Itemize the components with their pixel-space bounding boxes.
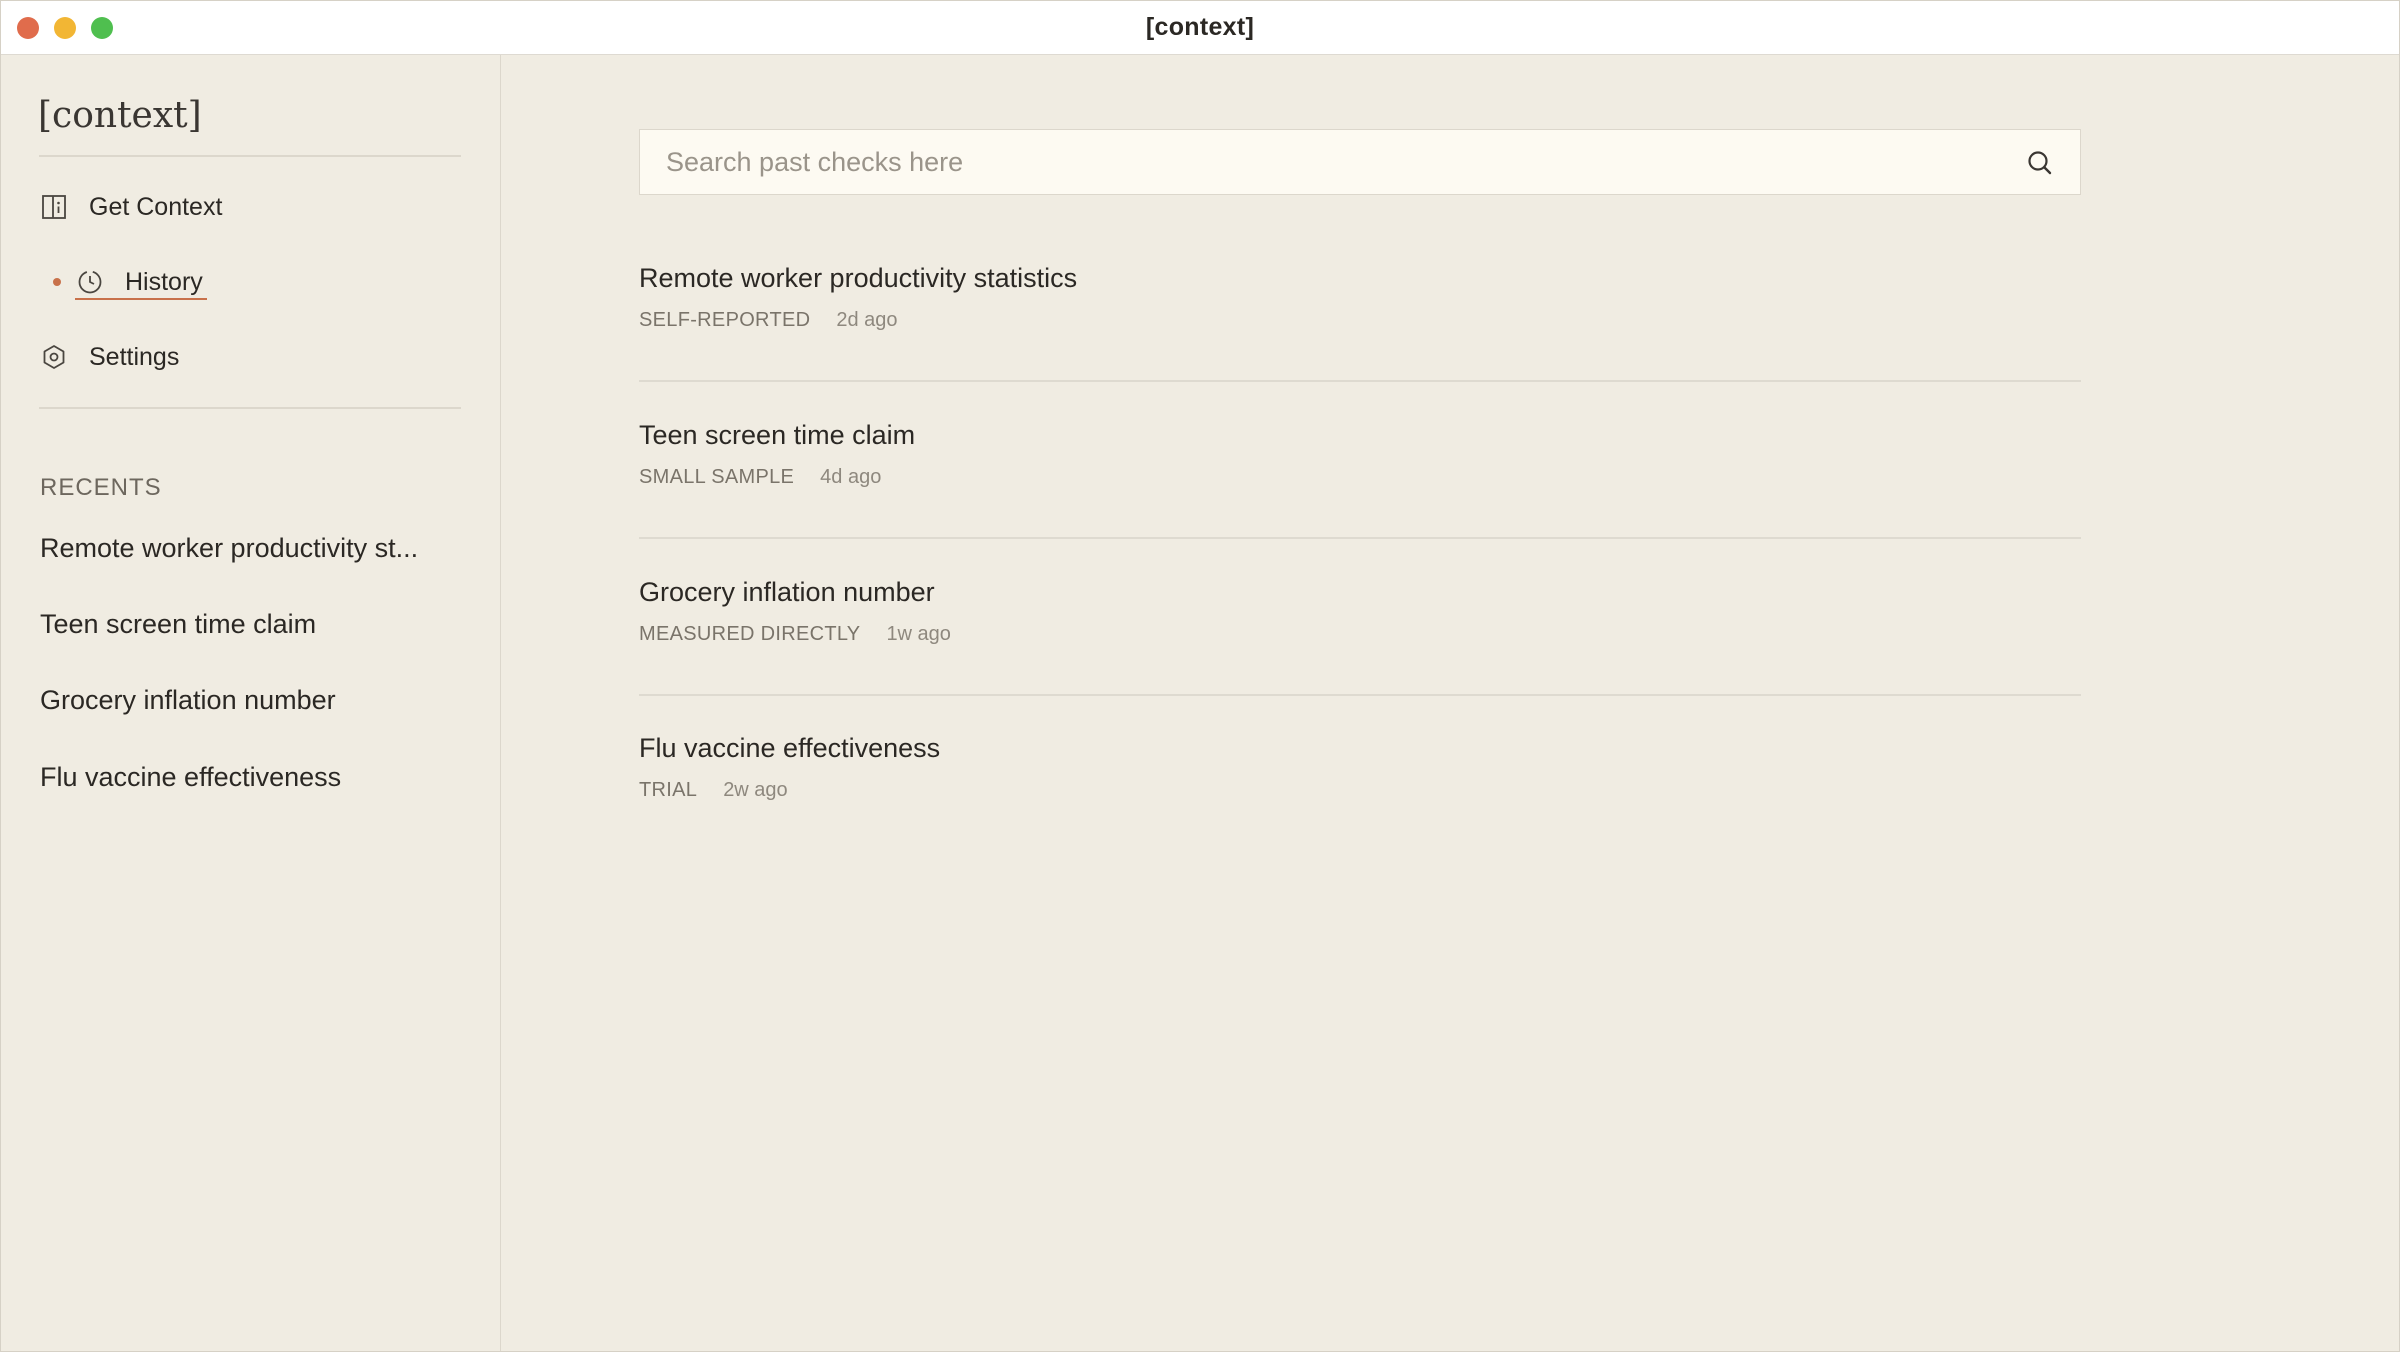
history-item-time: 1w ago <box>886 623 951 645</box>
app-logo: [context] <box>38 95 202 136</box>
info-panel-icon <box>39 192 69 222</box>
main-content: Remote worker productivity statistics SE… <box>501 55 2399 1351</box>
gear-icon <box>39 342 69 372</box>
search-input[interactable] <box>640 130 2000 194</box>
history-item[interactable]: Grocery inflation number MEASURED DIRECT… <box>639 577 2081 733</box>
list-divider <box>639 537 2081 539</box>
recents-heading: RECENTS <box>40 474 162 501</box>
history-item[interactable]: Flu vaccine effectiveness TRIAL 2w ago <box>639 733 2081 889</box>
history-item-meta: TRIAL 2w ago <box>639 779 788 802</box>
recent-item[interactable]: Teen screen time claim <box>40 609 460 640</box>
title-bar: [context] <box>1 1 2399 55</box>
history-item-meta: MEASURED DIRECTLY 1w ago <box>639 623 951 646</box>
search-box <box>639 129 2081 195</box>
history-item-title: Grocery inflation number <box>639 577 935 607</box>
sidebar-item-settings[interactable]: Settings <box>39 335 179 379</box>
history-item-time: 4d ago <box>820 466 882 488</box>
history-item[interactable]: Remote worker productivity statistics SE… <box>639 263 2081 419</box>
window-title: [context] <box>1145 13 1255 41</box>
evidence-tag: SELF-REPORTED <box>639 309 811 331</box>
history-item-time: 2d ago <box>836 309 898 331</box>
recent-item[interactable]: Grocery inflation number <box>40 685 460 716</box>
recent-item[interactable]: Flu vaccine effectiveness <box>40 762 460 793</box>
sidebar-divider <box>39 407 461 409</box>
evidence-tag: SMALL SAMPLE <box>639 466 795 488</box>
history-item-time: 2w ago <box>723 779 788 801</box>
history-item-title: Remote worker productivity statistics <box>639 263 1078 293</box>
sidebar-item-label: Get Context <box>89 192 223 221</box>
sidebar-item-label: Settings <box>89 342 180 371</box>
sidebar-item-get-context[interactable]: Get Context <box>39 185 222 229</box>
app-window: [context] [context] Get Context History … <box>0 0 2400 1352</box>
list-divider <box>639 694 2081 696</box>
evidence-tag: TRIAL <box>639 779 698 801</box>
evidence-tag: MEASURED DIRECTLY <box>639 623 861 645</box>
search-icon[interactable] <box>2026 149 2054 177</box>
recent-item[interactable]: Remote worker productivity st... <box>40 533 460 564</box>
sidebar-item-label: History <box>125 267 203 296</box>
history-item-meta: SMALL SAMPLE 4d ago <box>639 466 881 489</box>
history-item-meta: SELF-REPORTED 2d ago <box>639 309 898 332</box>
sidebar: [context] Get Context History Settings R… <box>1 55 501 1351</box>
list-divider <box>639 380 2081 382</box>
active-indicator-dot <box>53 278 61 286</box>
history-item[interactable]: Teen screen time claim SMALL SAMPLE 4d ag… <box>639 420 2081 576</box>
history-item-title: Flu vaccine effectiveness <box>639 733 941 763</box>
clock-icon <box>75 267 105 297</box>
active-underline <box>75 298 207 300</box>
sidebar-divider <box>39 155 461 157</box>
history-item-title: Teen screen time claim <box>639 420 916 450</box>
